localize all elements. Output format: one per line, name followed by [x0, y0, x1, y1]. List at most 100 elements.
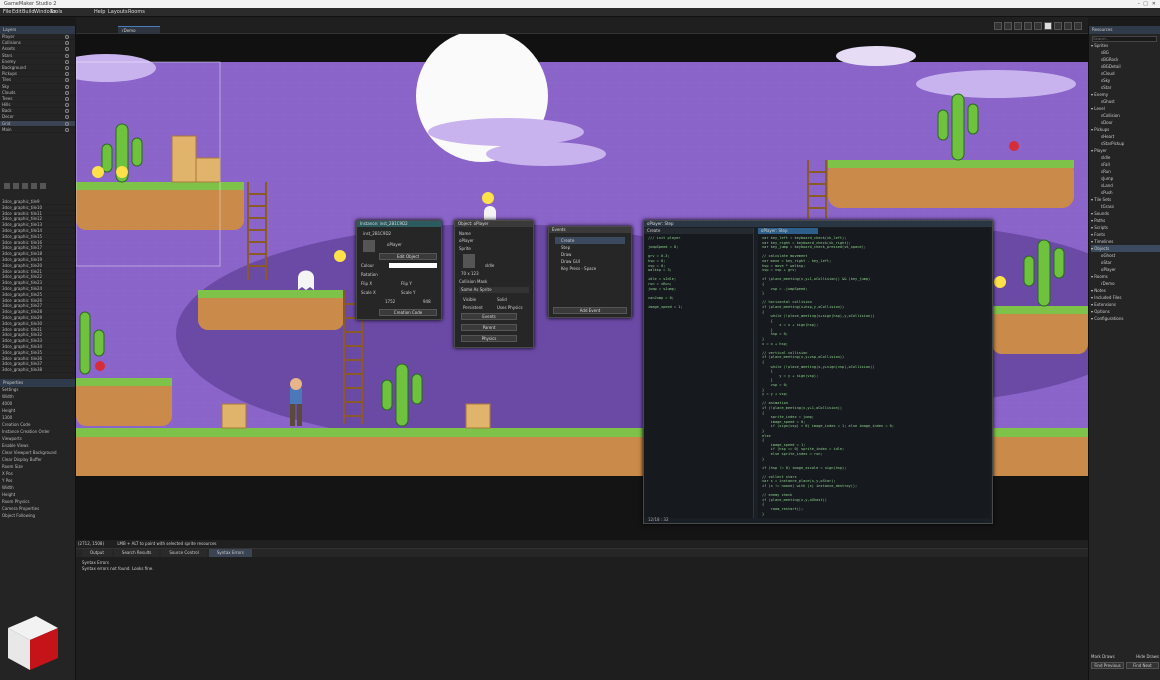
event-item[interactable]: Create: [555, 237, 625, 244]
visibility-eye-icon[interactable]: [65, 53, 69, 58]
resource-item[interactable]: sLand: [1091, 182, 1160, 189]
add-event-button[interactable]: Add Event: [553, 307, 627, 314]
resource-item[interactable]: sGhost: [1091, 98, 1160, 105]
visibility-eye-icon[interactable]: [65, 90, 69, 95]
visibility-eye-icon[interactable]: [65, 96, 69, 101]
property-item[interactable]: Clear Display Buffer: [0, 457, 75, 464]
find-previous-button[interactable]: Find Previous: [1091, 662, 1124, 669]
create-event-editor[interactable]: Create /// init player jumpSpeed = 8; gr…: [644, 228, 754, 518]
property-item[interactable]: Room Size: [0, 464, 75, 471]
property-item[interactable]: Camera Properties: [0, 506, 75, 513]
play-icon[interactable]: [1064, 22, 1072, 30]
delete-layer-icon[interactable]: [40, 183, 46, 189]
resource-item[interactable]: oGhost: [1091, 252, 1160, 259]
resource-item[interactable]: sBGDetail: [1091, 63, 1160, 70]
visibility-eye-icon[interactable]: [65, 115, 69, 120]
resource-item[interactable]: sBG: [1091, 49, 1160, 56]
maximize-button[interactable]: □: [1143, 0, 1148, 8]
resource-item[interactable]: sJump: [1091, 175, 1160, 182]
visibility-eye-icon[interactable]: [65, 59, 69, 64]
collision-mask-select[interactable]: Same As Sprite: [459, 287, 529, 293]
property-item[interactable]: Room Physics: [0, 499, 75, 506]
add-instance-icon[interactable]: [13, 183, 19, 189]
add-tile-icon[interactable]: [22, 183, 28, 189]
menu-layouts[interactable]: Layouts: [108, 8, 128, 17]
event-item[interactable]: Key Press - Space: [555, 265, 625, 272]
resource-item[interactable]: sCloud: [1091, 70, 1160, 77]
menu-file[interactable]: File: [3, 8, 11, 17]
visibility-eye-icon[interactable]: [65, 41, 69, 46]
visibility-eye-icon[interactable]: [65, 121, 69, 126]
menu-help[interactable]: Help: [94, 8, 105, 17]
property-item[interactable]: Width: [0, 485, 75, 492]
resource-group[interactable]: ▾ Pickups: [1091, 126, 1160, 133]
menu-edit[interactable]: Edit: [12, 8, 22, 17]
resource-group[interactable]: ▾ Scripts: [1091, 224, 1160, 231]
resource-item[interactable]: sHeart: [1091, 133, 1160, 140]
resource-group[interactable]: ▾ Extensions: [1091, 301, 1160, 308]
zoom-in-icon[interactable]: [994, 22, 1002, 30]
property-item[interactable]: Y Pos: [0, 478, 75, 485]
visibility-eye-icon[interactable]: [65, 109, 69, 114]
resource-item[interactable]: sFall: [1091, 161, 1160, 168]
step-event-editor[interactable]: oPlayer: Step var key_left = keyboard_ch…: [758, 228, 990, 518]
resource-item[interactable]: sDoor: [1091, 119, 1160, 126]
resource-group[interactable]: ▾ Tile Sets: [1091, 196, 1160, 203]
flip-y-label[interactable]: Flip Y: [401, 281, 412, 286]
event-item[interactable]: Draw: [555, 251, 625, 258]
resource-search-input[interactable]: [1092, 35, 1157, 42]
property-item[interactable]: Instance Creation Order: [0, 429, 75, 436]
resource-item[interactable]: rDemo: [1091, 280, 1160, 287]
tab-syntax-errors[interactable]: Syntax Errors: [208, 549, 252, 557]
sprite-value[interactable]: sIdle: [485, 263, 494, 268]
fullscreen-icon[interactable]: [1074, 22, 1082, 30]
visibility-eye-icon[interactable]: [65, 47, 69, 52]
resource-item[interactable]: sSky: [1091, 77, 1160, 84]
resource-item[interactable]: sCollision: [1091, 112, 1160, 119]
menu-build[interactable]: Build: [22, 8, 35, 17]
uses-physics-checkbox[interactable]: Uses Physics: [497, 305, 523, 310]
zoom-out-icon[interactable]: [1004, 22, 1012, 30]
colour-swatch[interactable]: [389, 263, 437, 268]
property-item[interactable]: 1300: [0, 415, 75, 422]
resource-item[interactable]: sStarPickup: [1091, 140, 1160, 147]
property-item[interactable]: Enable Views: [0, 443, 75, 450]
grid-icon[interactable]: [1034, 22, 1042, 30]
resource-group[interactable]: ▾ Sounds: [1091, 210, 1160, 217]
resource-item[interactable]: oStar: [1091, 259, 1160, 266]
property-item[interactable]: X Pos: [0, 471, 75, 478]
tab-search-results[interactable]: Search Results: [113, 549, 160, 557]
zoom-reset-icon[interactable]: [1014, 22, 1022, 30]
property-item[interactable]: Width: [0, 394, 75, 401]
y-value[interactable]: 948: [423, 299, 431, 304]
persistent-checkbox[interactable]: Persistent: [463, 305, 483, 310]
settings-icon[interactable]: [1054, 22, 1062, 30]
creation-code-button[interactable]: Creation Code: [379, 309, 437, 316]
add-layer-icon[interactable]: [4, 183, 10, 189]
fit-icon[interactable]: [1024, 22, 1032, 30]
room-editor-canvas[interactable]: Instance: inst_2B1C9D2 inst_2B1C9D2 oPla…: [76, 34, 1088, 544]
resource-group[interactable]: ▾ Enemy: [1091, 91, 1160, 98]
resource-group[interactable]: ▾ Options: [1091, 308, 1160, 315]
find-next-button[interactable]: Find Next: [1126, 662, 1159, 669]
visibility-eye-icon[interactable]: [65, 72, 69, 77]
room-tab[interactable]: rDemo: [118, 26, 160, 34]
resource-group[interactable]: ▾ Objects: [1091, 245, 1160, 252]
tab-output[interactable]: Output: [82, 549, 112, 557]
property-item[interactable]: Creation Code: [0, 422, 75, 429]
resource-item[interactable]: sStar: [1091, 84, 1160, 91]
add-path-icon[interactable]: [31, 183, 37, 189]
resource-item[interactable]: sRun: [1091, 168, 1160, 175]
mark-draws-checkbox[interactable]: Mark Draws: [1091, 654, 1115, 659]
visibility-eye-icon[interactable]: [65, 127, 69, 132]
resource-group[interactable]: ▾ Sprites: [1091, 42, 1160, 49]
property-item[interactable]: Clear Viewport Background: [0, 450, 75, 457]
close-button[interactable]: ✕: [1152, 0, 1156, 8]
visibility-eye-icon[interactable]: [65, 65, 69, 70]
flip-x-label[interactable]: Flip X: [361, 281, 372, 286]
menu-rooms[interactable]: Rooms: [128, 8, 145, 17]
visibility-eye-icon[interactable]: [65, 103, 69, 108]
resource-item[interactable]: sIdle: [1091, 154, 1160, 161]
resource-item[interactable]: sPush: [1091, 189, 1160, 196]
tab-source-control[interactable]: Source Control: [161, 549, 207, 557]
